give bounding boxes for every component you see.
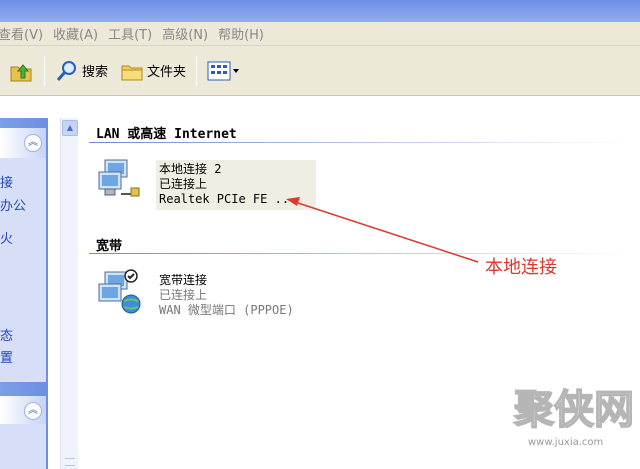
watermark-logo-icon: 聚侠网 <box>512 385 635 434</box>
menu-bar: 查看(V) 收藏(A) 工具(T) 高级(N) 帮助(H) <box>0 22 640 46</box>
task-link[interactable]: 置 <box>0 347 13 366</box>
task-box-details: ︽ <box>0 396 46 469</box>
up-folder-button[interactable] <box>4 54 38 88</box>
menu-favorites[interactable]: 收藏(A) <box>53 24 108 43</box>
title-bar <box>0 0 640 22</box>
collapse-icon[interactable]: ︽ <box>24 134 42 152</box>
vertical-scrollbar[interactable]: ▲ <box>60 118 78 469</box>
broadband-connection-name: 宽带连接 <box>159 273 208 287</box>
folders-label: 文件夹 <box>147 65 187 80</box>
search-icon <box>56 60 76 81</box>
scroll-grip[interactable] <box>65 458 75 466</box>
menu-help[interactable]: 帮助(H) <box>218 24 274 43</box>
toolbar: 搜索 文件夹 <box>0 46 640 96</box>
group-divider <box>89 142 629 143</box>
group-header-broadband: 宽带 <box>96 239 123 254</box>
watermark: 聚侠网 www.juxia.com <box>510 375 635 460</box>
task-link[interactable]: 态 <box>0 325 13 344</box>
folders-button[interactable]: 文件夹 <box>116 54 190 88</box>
lan-connection-icon[interactable] <box>97 158 143 204</box>
watermark-url: www.juxia.com <box>528 437 604 448</box>
task-link[interactable]: 火 <box>0 228 13 247</box>
menu-tools[interactable]: 工具(T) <box>108 24 162 43</box>
views-button[interactable] <box>203 54 245 88</box>
lan-connection-status: 已连接上 <box>159 177 208 191</box>
menu-advanced[interactable]: 高级(N) <box>162 24 218 43</box>
broadband-connection-icon[interactable] <box>97 268 143 314</box>
lan-connection-name: 本地连接 2 <box>159 162 222 176</box>
up-folder-icon <box>10 63 32 81</box>
views-icon <box>207 61 240 80</box>
lan-connection-label[interactable]: 本地连接 2 已连接上 Realtek PCIe FE ... <box>159 162 296 207</box>
folder-icon <box>121 65 143 80</box>
broadband-connection-device: WAN 微型端口 (PPPOE) <box>159 303 294 317</box>
task-link[interactable]: 办公 <box>0 195 26 214</box>
task-box-header[interactable]: ︽ <box>0 396 46 424</box>
search-button[interactable]: 搜索 <box>51 54 112 88</box>
toolbar-separator <box>44 55 45 86</box>
broadband-connection-status: 已连接上 <box>159 288 208 302</box>
lan-connection-device: Realtek PCIe FE ... <box>159 192 297 206</box>
search-label: 搜索 <box>82 65 109 80</box>
group-header-lan: LAN 或高速 Internet <box>96 127 237 142</box>
svg-text:聚侠网: 聚侠网 <box>513 386 634 433</box>
scroll-up-icon[interactable]: ▲ <box>62 120 78 136</box>
menu-view[interactable]: 查看(V) <box>0 24 53 43</box>
task-box-header[interactable]: ︽ <box>0 128 46 158</box>
toolbar-separator <box>196 55 198 86</box>
annotation-label: 本地连接 <box>485 257 557 278</box>
task-link[interactable]: 接 <box>0 172 13 191</box>
broadband-connection-label[interactable]: 宽带连接 已连接上 WAN 微型端口 (PPPOE) <box>159 273 294 318</box>
task-box-network: ︽ 接 办公 火 态 置 <box>0 128 46 382</box>
collapse-icon[interactable]: ︽ <box>24 402 42 420</box>
